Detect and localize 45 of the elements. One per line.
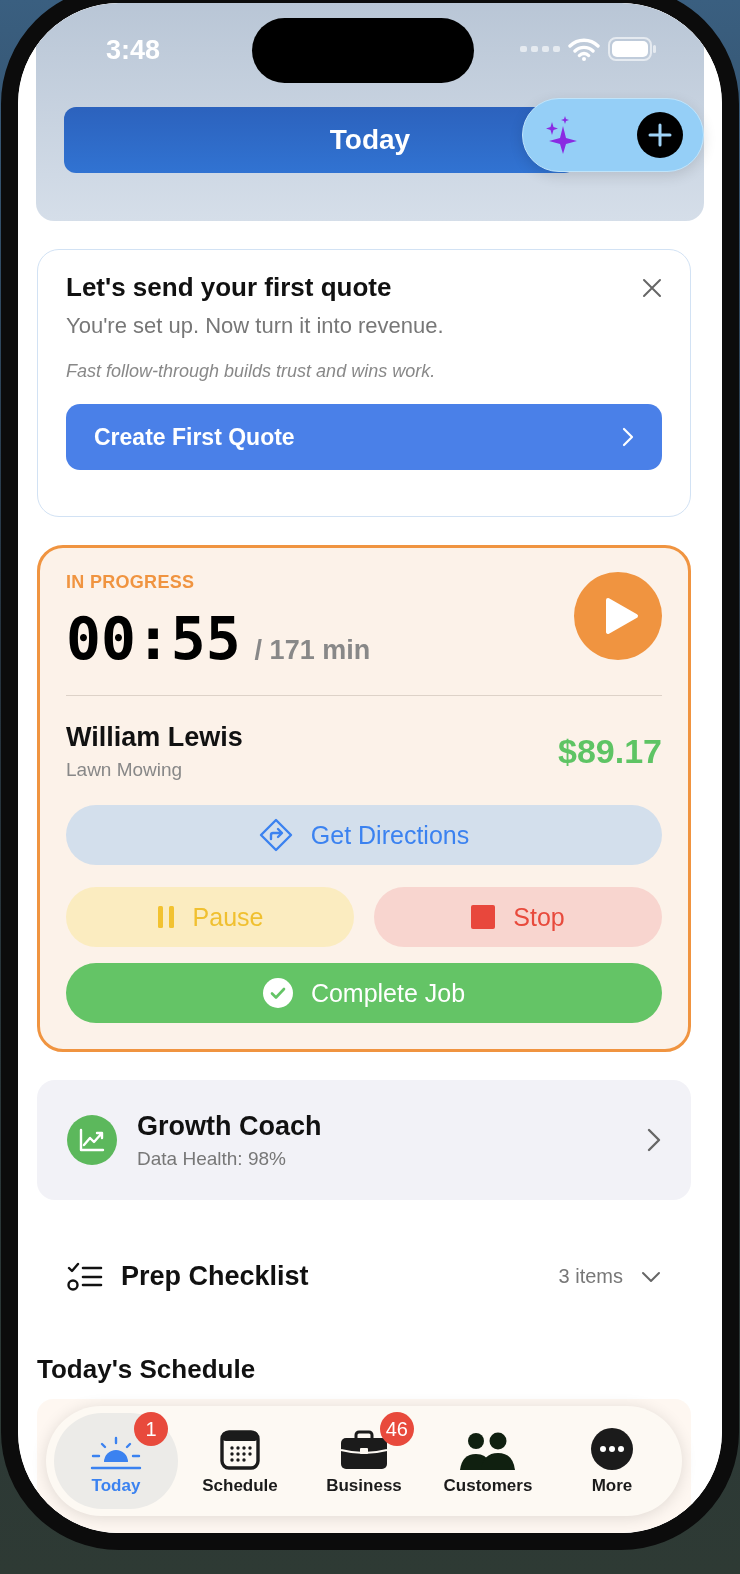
coach-title: Growth Coach xyxy=(137,1110,323,1142)
calendar-icon xyxy=(220,1430,260,1470)
notification-badge: 46 xyxy=(379,1412,414,1446)
status-label: IN PROGRESS xyxy=(66,572,196,593)
pause-icon xyxy=(156,905,175,929)
tab[interactable]: 1 Today xyxy=(54,1413,178,1509)
screen-title: Today xyxy=(329,124,411,156)
sunrise-icon xyxy=(90,1434,142,1470)
chevron-right-icon xyxy=(622,427,634,447)
briefcase-icon xyxy=(340,1430,388,1470)
timer-text: 00:55 xyxy=(66,605,241,673)
tab[interactable]: More xyxy=(550,1413,674,1509)
action-pill[interactable] xyxy=(522,98,704,172)
chart-icon xyxy=(67,1115,117,1165)
directions-icon xyxy=(258,818,293,852)
checklist-icon xyxy=(67,1261,103,1292)
create-quote-button[interactable]: Create First Quote xyxy=(66,404,662,470)
checkmark-icon xyxy=(262,978,293,1008)
section-heading: Today's Schedule xyxy=(37,1354,257,1385)
hint-text: Fast follow-through builds trust and wins work. xyxy=(66,361,437,382)
tab[interactable]: Customers xyxy=(426,1413,550,1509)
customer-name: William Lewis xyxy=(66,722,243,753)
card-title: Let's send your first quote xyxy=(66,272,392,303)
notification-badge: 1 xyxy=(134,1412,168,1446)
wifi-icon xyxy=(568,37,600,61)
tab[interactable]: Schedule xyxy=(178,1413,302,1509)
tab[interactable]: 46 Business xyxy=(302,1413,426,1509)
stop-icon xyxy=(471,905,496,929)
add-icon[interactable] xyxy=(637,112,683,158)
data-health-text: Data Health: 98% xyxy=(137,1147,287,1170)
people-icon xyxy=(459,1432,517,1470)
checklist-title: Prep Checklist xyxy=(121,1261,310,1292)
job-amount: $89.17 xyxy=(558,732,662,771)
growth-coach-card[interactable]: Growth Coach Data Health: 98% xyxy=(37,1080,691,1200)
signal-icon xyxy=(520,45,560,53)
battery-icon xyxy=(608,37,656,61)
close-icon[interactable] xyxy=(642,277,662,298)
card-subtitle: You're set up. Now turn it into revenue. xyxy=(66,313,445,339)
duration-text: / 171 min xyxy=(254,635,371,666)
item-count: 3 items xyxy=(558,1265,623,1288)
prep-checklist-row[interactable]: Prep Checklist 3 items xyxy=(37,1261,691,1292)
service-name: Lawn Mowing xyxy=(66,759,184,781)
status-time: 3:48 xyxy=(106,35,161,66)
more-icon xyxy=(591,1428,633,1470)
chevron-right-icon xyxy=(647,1128,661,1152)
